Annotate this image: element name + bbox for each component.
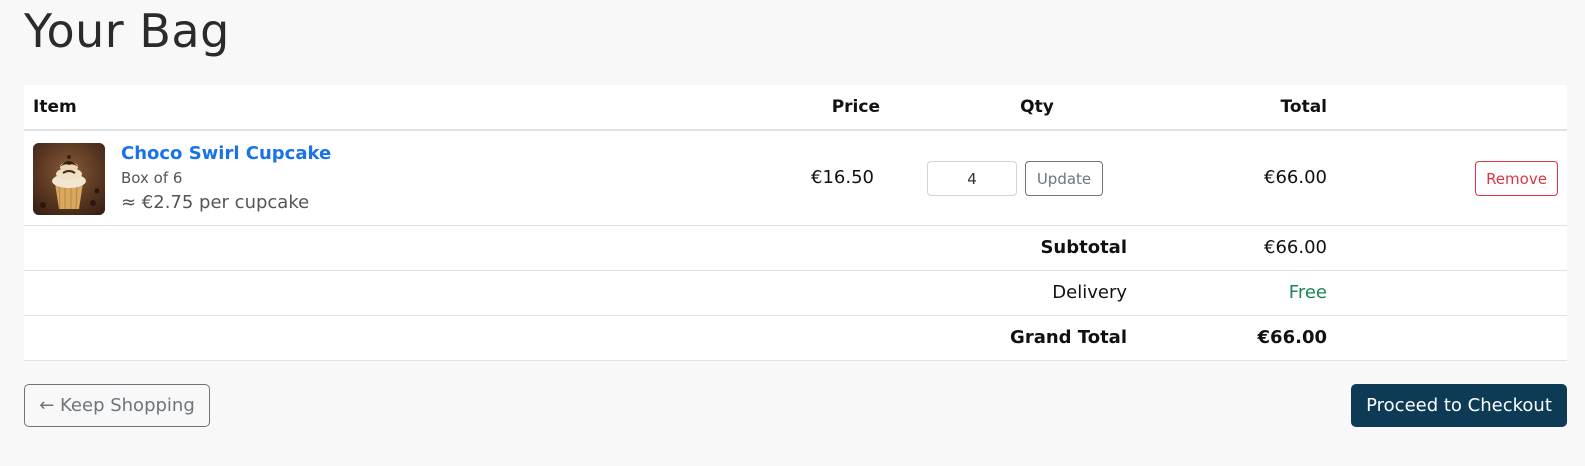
delivery-label: Delivery	[1052, 282, 1127, 303]
table-header-row: Item Price Qty Total	[24, 85, 1567, 131]
column-header-item: Item	[33, 97, 77, 117]
grand-total-value: €66.00	[1257, 327, 1327, 348]
quantity-input[interactable]	[927, 161, 1017, 196]
cart-table: Item Price Qty Total Choco Swirl Cupcake…	[24, 85, 1567, 361]
grand-total-label: Grand Total	[1010, 327, 1127, 348]
delivery-row: Delivery Free	[24, 271, 1567, 316]
proceed-to-checkout-button[interactable]: Proceed to Checkout	[1351, 384, 1567, 427]
update-quantity-button[interactable]: Update	[1025, 161, 1103, 196]
product-unit-price-note: ≈ €2.75 per cupcake	[121, 192, 310, 213]
delivery-value: Free	[1288, 282, 1327, 303]
item-price: €16.50	[811, 167, 874, 188]
remove-item-button[interactable]: Remove	[1475, 161, 1558, 196]
subtotal-label: Subtotal	[1040, 237, 1127, 258]
grand-total-row: Grand Total €66.00	[24, 316, 1567, 361]
product-variant: Box of 6	[121, 169, 183, 187]
product-name-link[interactable]: Choco Swirl Cupcake	[121, 143, 331, 164]
column-header-total: Total	[1280, 97, 1327, 117]
subtotal-value: €66.00	[1264, 237, 1327, 258]
page-title: Your Bag	[24, 4, 230, 58]
column-header-price: Price	[831, 97, 880, 117]
cart-item-row: Choco Swirl Cupcake Box of 6 ≈ €2.75 per…	[24, 131, 1567, 226]
item-line-total: €66.00	[1264, 167, 1327, 188]
keep-shopping-button[interactable]: ← Keep Shopping	[24, 384, 210, 427]
subtotal-row: Subtotal €66.00	[24, 226, 1567, 271]
cupcake-image[interactable]	[33, 143, 105, 215]
column-header-qty: Qty	[1020, 97, 1054, 117]
